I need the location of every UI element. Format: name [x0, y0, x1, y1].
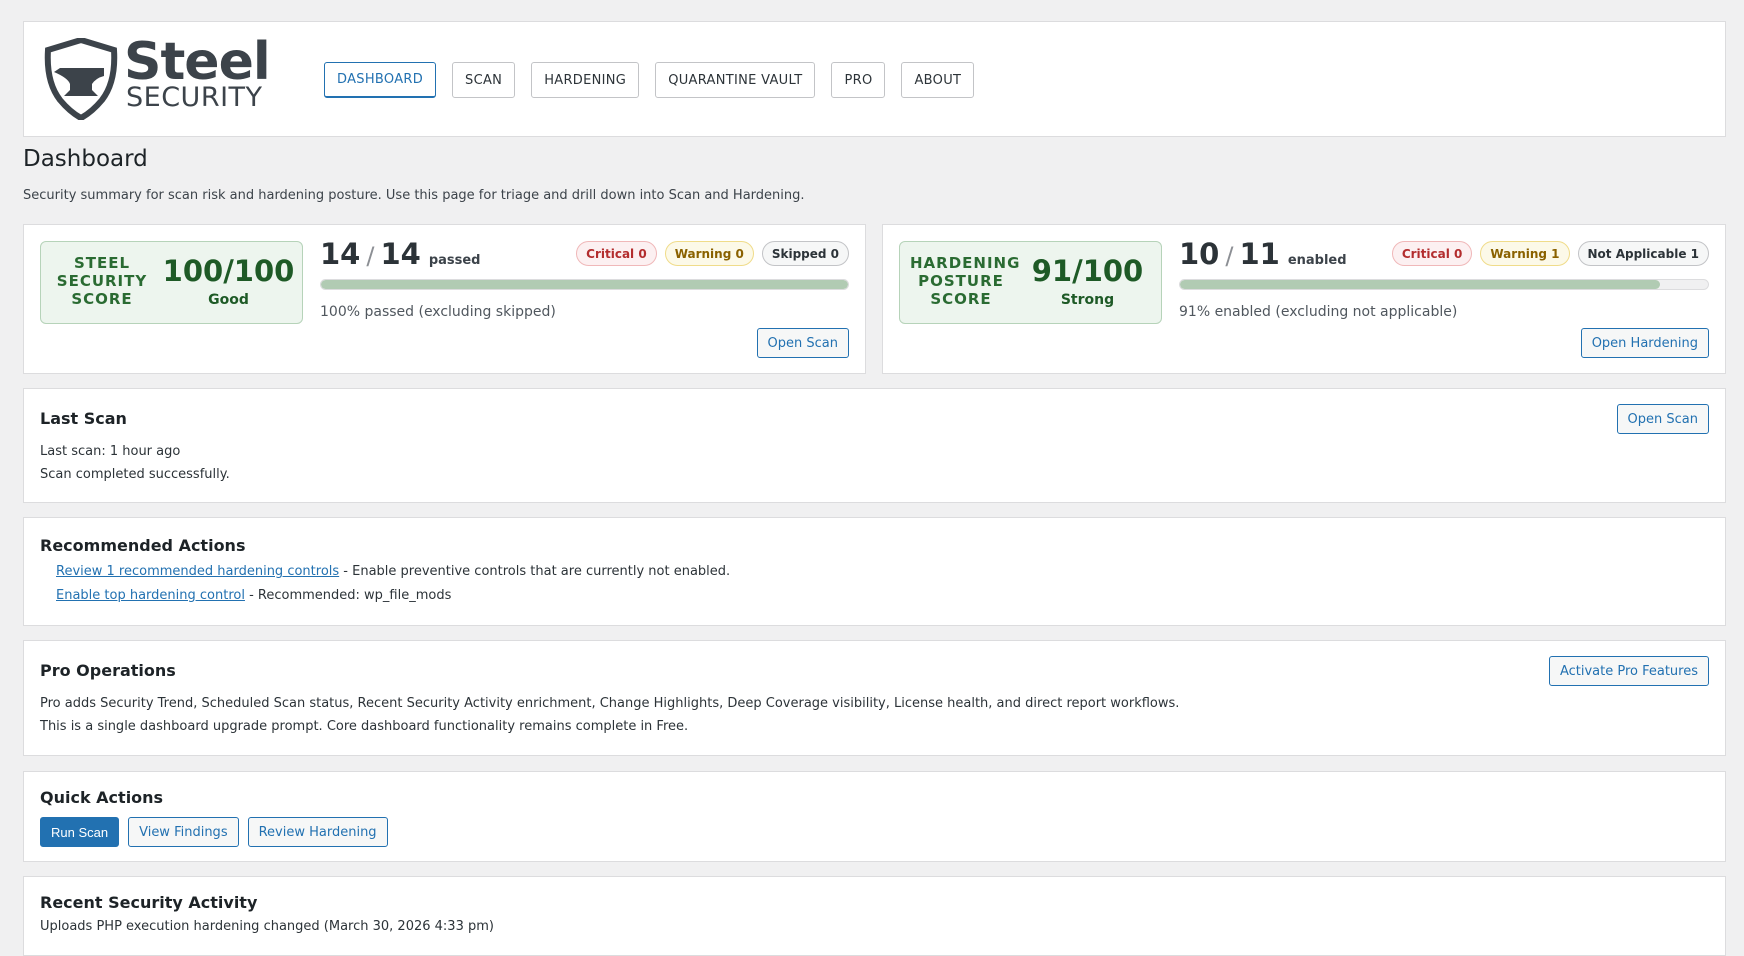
tab-pro[interactable]: PRO: [831, 62, 886, 98]
recent-activity-title: Recent Security Activity: [40, 893, 258, 912]
last-scan-title: Last Scan: [40, 409, 127, 428]
count-separator: /: [1225, 242, 1234, 270]
hardening-score-label: HARDENING POSTURE SCORE: [910, 254, 1021, 308]
hardening-progress-bar: [1179, 279, 1709, 290]
main-nav: DASHBOARD SCAN HARDENING QUARANTINE VAUL…: [324, 62, 975, 98]
review-hardening-controls-link[interactable]: Review 1 recommended hardening controls: [56, 564, 339, 579]
hardening-progress-note: 91% enabled (excluding not applicable): [1179, 304, 1458, 320]
hardening-count-unit: enabled: [1287, 253, 1347, 268]
security-score-box: STEEL SECURITY SCORE 100/100 Good: [40, 241, 303, 324]
hardening-progress-fill: [1180, 280, 1661, 289]
hardening-total-number: 11: [1239, 237, 1280, 271]
hardening-score-value: 91/100: [1031, 254, 1144, 288]
last-scan-time: Last scan: 1 hour ago: [40, 444, 181, 459]
tab-hardening[interactable]: HARDENING: [531, 62, 640, 98]
scan-passed-number: 14: [320, 237, 361, 271]
open-scan-button-secondary[interactable]: Open Scan: [1616, 404, 1709, 434]
pro-description-line-2: This is a single dashboard upgrade promp…: [40, 719, 689, 734]
skipped-badge: Skipped 0: [761, 241, 849, 266]
security-score-rating: Good: [208, 292, 249, 308]
tab-dashboard[interactable]: DASHBOARD: [324, 62, 437, 98]
recommended-actions-section: Recommended Actions Review 1 recommended…: [23, 517, 1726, 626]
last-scan-status: Scan completed successfully.: [40, 467, 230, 482]
steel-security-logo: Steel SECURITY: [40, 32, 280, 122]
open-hardening-button[interactable]: Open Hardening: [1580, 328, 1709, 358]
hardening-score-box: HARDENING POSTURE SCORE 91/100 Strong: [899, 241, 1162, 324]
count-separator: /: [366, 242, 375, 270]
hardening-score-rating: Strong: [1060, 292, 1115, 308]
critical-badge: Critical 0: [1391, 241, 1473, 266]
recommended-item-text: - Recommended: wp_file_mods: [244, 588, 452, 603]
recommended-item: Enable top hardening control - Recommend…: [56, 588, 451, 603]
scan-total-number: 14: [380, 237, 421, 271]
critical-badge: Critical 0: [576, 241, 657, 266]
review-hardening-button[interactable]: Review Hardening: [247, 817, 388, 847]
pro-description-line-1: Pro adds Security Trend, Scheduled Scan …: [40, 696, 1180, 711]
tab-quarantine-vault[interactable]: QUARANTINE VAULT: [655, 62, 816, 98]
page-title: Dashboard: [23, 146, 148, 172]
quick-actions-section: Quick Actions Run Scan View Findings Rev…: [23, 771, 1726, 862]
hardening-enabled-count: 10/11 enabled: [1179, 237, 1347, 271]
security-score-card: STEEL SECURITY SCORE 100/100 Good 14/14 p…: [23, 224, 866, 374]
scan-badges: Critical 0 Warning 0 Skipped 0: [576, 241, 849, 266]
brand-word-security: SECURITY: [126, 82, 263, 113]
warning-badge: Warning 1: [1480, 241, 1570, 266]
run-scan-button[interactable]: Run Scan: [40, 817, 120, 847]
page-description: Security summary for scan risk and harde…: [23, 188, 805, 203]
warning-badge: Warning 0: [664, 241, 754, 266]
recommended-actions-title: Recommended Actions: [40, 536, 246, 555]
open-scan-button[interactable]: Open Scan: [756, 328, 849, 358]
activity-item: Uploads PHP execution hardening changed …: [40, 919, 494, 934]
hardening-badges: Critical 0 Warning 1 Not Applicable 1: [1391, 241, 1709, 266]
anvil-shield-icon: [44, 38, 118, 120]
tab-scan[interactable]: SCAN: [452, 62, 516, 98]
not-applicable-badge: Not Applicable 1: [1577, 241, 1709, 266]
scan-pass-count: 14/14 passed: [320, 237, 481, 271]
activate-pro-button[interactable]: Activate Pro Features: [1548, 656, 1709, 686]
enable-top-hardening-link[interactable]: Enable top hardening control: [56, 588, 245, 603]
view-findings-button[interactable]: View Findings: [128, 817, 239, 847]
security-score-label: STEEL SECURITY SCORE: [56, 254, 148, 308]
recommended-item: Review 1 recommended hardening controls …: [56, 564, 730, 579]
recommended-item-text: - Enable preventive controls that are cu…: [339, 564, 731, 579]
hardening-score-card: HARDENING POSTURE SCORE 91/100 Strong 10…: [882, 224, 1726, 374]
scan-progress-bar: [320, 279, 849, 290]
scan-progress-fill: [321, 280, 848, 289]
last-scan-section: Last Scan Last scan: 1 hour ago Scan com…: [23, 388, 1726, 503]
quick-actions-buttons: Run Scan View Findings Review Hardening: [40, 817, 388, 847]
pro-operations-section: Pro Operations Pro adds Security Trend, …: [23, 640, 1726, 756]
scan-progress-note: 100% passed (excluding skipped): [320, 304, 556, 320]
pro-operations-title: Pro Operations: [40, 661, 176, 680]
recent-activity-section: Recent Security Activity Uploads PHP exe…: [23, 876, 1726, 956]
tab-about[interactable]: ABOUT: [901, 62, 975, 98]
plugin-header: Steel SECURITY DASHBOARD SCAN HARDENING …: [23, 21, 1726, 137]
hardening-enabled-number: 10: [1179, 237, 1220, 271]
scan-count-unit: passed: [428, 253, 481, 268]
quick-actions-title: Quick Actions: [40, 788, 164, 807]
security-score-value: 100/100: [162, 254, 295, 288]
